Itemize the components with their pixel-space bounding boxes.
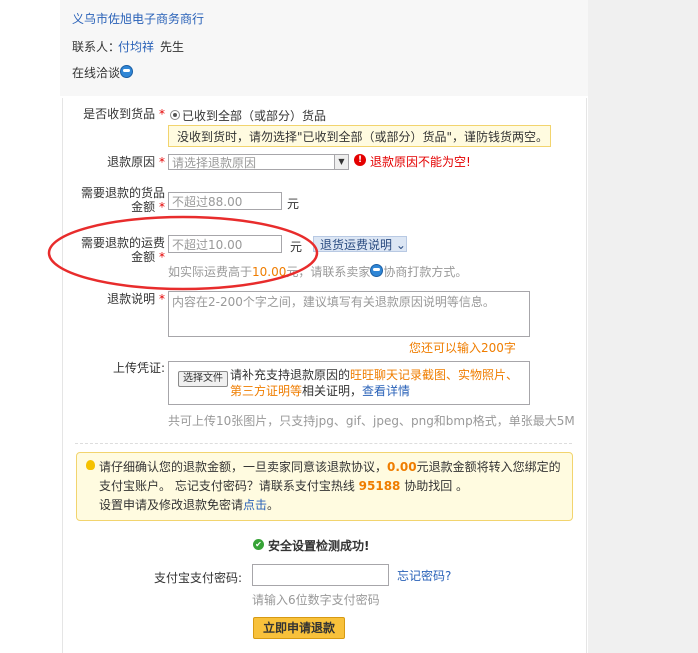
received-label-text: 是否收到货品 (83, 107, 156, 121)
required-mark: * (159, 200, 165, 214)
description-textarea[interactable]: 内容在2-200个字之间，建议填写有关退款原因说明等信息。 (168, 291, 530, 337)
notice-text: 请仔细确认您的退款金额，一旦卖家同意该退款协议，0.00元退款金额将转入您绑定的… (99, 458, 569, 515)
wangwang-chat-icon[interactable] (120, 65, 134, 78)
contact-title: 先生 (160, 40, 185, 54)
annotation-ellipse (47, 215, 319, 291)
upload-text-prefix: 请补充支持退款原因的 (230, 368, 351, 382)
chevron-down-icon[interactable]: ▼ (334, 155, 348, 169)
choose-file-button[interactable]: 选择文件 (178, 371, 228, 387)
forgot-password-link[interactable]: 忘记密码? (397, 567, 451, 584)
contact-name-link[interactable]: 付均祥 (118, 38, 154, 55)
divider (75, 443, 572, 444)
received-option-label[interactable]: 已收到全部（或部分）货品 (182, 107, 326, 124)
received-warning-tip: 没收到货时，请勿选择"已收到全部（或部分）货品"，谨防钱货两空。 (168, 125, 551, 147)
contact-label: 联系人： (72, 40, 121, 54)
upload-label: 上传凭证: (112, 361, 165, 375)
online-chat-label: 在线洽谈 (72, 66, 121, 80)
description-label: 退款说明 * (70, 292, 165, 306)
goods-amount-unit: 元 (287, 197, 300, 211)
upload-instructions: 请补充支持退款原因的旺旺聊天记录截图、实物照片、第三方证明等相关证明，查看详情 (230, 367, 520, 399)
shipping-help-label: 退货运费说明 (320, 238, 393, 252)
password-hint: 请输入6位数字支付密码 (252, 593, 380, 607)
annotation-ellipse-shape (47, 215, 319, 291)
chevron-down-icon: ⌄ (395, 238, 406, 252)
check-icon: ✔ (253, 539, 264, 550)
notice-line1-a: 请仔细确认您的退款金额，一旦卖家同意该退款协议， (99, 460, 388, 474)
reason-label-text: 退款原因 (107, 155, 156, 169)
received-label: 是否收到货品 * (70, 107, 165, 121)
upload-limits: 共可上传10张图片，只支持jpg、gif、jpeg、png和bmp格式，单张最大… (168, 414, 575, 428)
notice-line2-b: 。 (267, 498, 280, 512)
submit-refund-button[interactable]: 立即申请退款 (253, 617, 345, 639)
view-details-link[interactable]: 查看详情 (362, 384, 410, 398)
reason-label: 退款原因 * (70, 155, 165, 169)
password-label: 支付宝支付密码: (154, 571, 243, 585)
received-radio[interactable] (170, 110, 180, 120)
error-icon: ! (354, 154, 366, 166)
security-check-status: 安全设置检测成功! (268, 539, 370, 553)
description-char-counter: 您还可以输入200字 (409, 341, 516, 355)
online-chat[interactable]: 在线洽谈 (72, 64, 134, 81)
required-mark: * (159, 155, 165, 169)
reason-select[interactable]: 请选择退款原因 ▼ (168, 154, 349, 170)
required-mark: * (159, 292, 165, 306)
shipping-help-button[interactable]: 退货运费说明 ⌄ (313, 236, 407, 252)
upload-box: 选择文件 请补充支持退款原因的旺旺聊天记录截图、实物照片、第三方证明等相关证明，… (168, 361, 530, 405)
notice-refund-amount: 0.00 (387, 460, 417, 474)
seller-company-link[interactable]: 义乌市佐旭电子商务商行 (72, 10, 204, 27)
goods-amount-input[interactable]: 不超过88.00 (168, 192, 282, 210)
notice-line1-c: 协助找回 。 (404, 479, 469, 493)
notice-hotline: 95188 (358, 479, 401, 493)
refund-notice: 请仔细确认您的退款金额，一旦卖家同意该退款协议，0.00元退款金额将转入您绑定的… (76, 452, 573, 521)
shipping-hint-end: 协商打款方式。 (383, 265, 468, 279)
notice-click-link[interactable]: 点击 (243, 498, 267, 512)
required-mark: * (159, 107, 165, 121)
right-sidebar (588, 0, 698, 653)
payment-password-input[interactable] (252, 564, 389, 586)
goods-amount-label: 需要退款的货品金额 * (70, 186, 165, 214)
reason-select-placeholder: 请选择退款原因 (172, 156, 257, 170)
reason-error-message: 退款原因不能为空! (370, 155, 471, 169)
description-label-text: 退款说明 (107, 292, 156, 306)
lightbulb-icon (86, 460, 95, 470)
notice-line2-a: 设置申请及修改退款免密请 (99, 498, 244, 512)
upload-text-mid: 相关证明， (302, 384, 363, 398)
wangwang-chat-icon[interactable] (370, 264, 384, 277)
goods-amount-label-text: 需要退款的货品金额 (80, 186, 165, 214)
